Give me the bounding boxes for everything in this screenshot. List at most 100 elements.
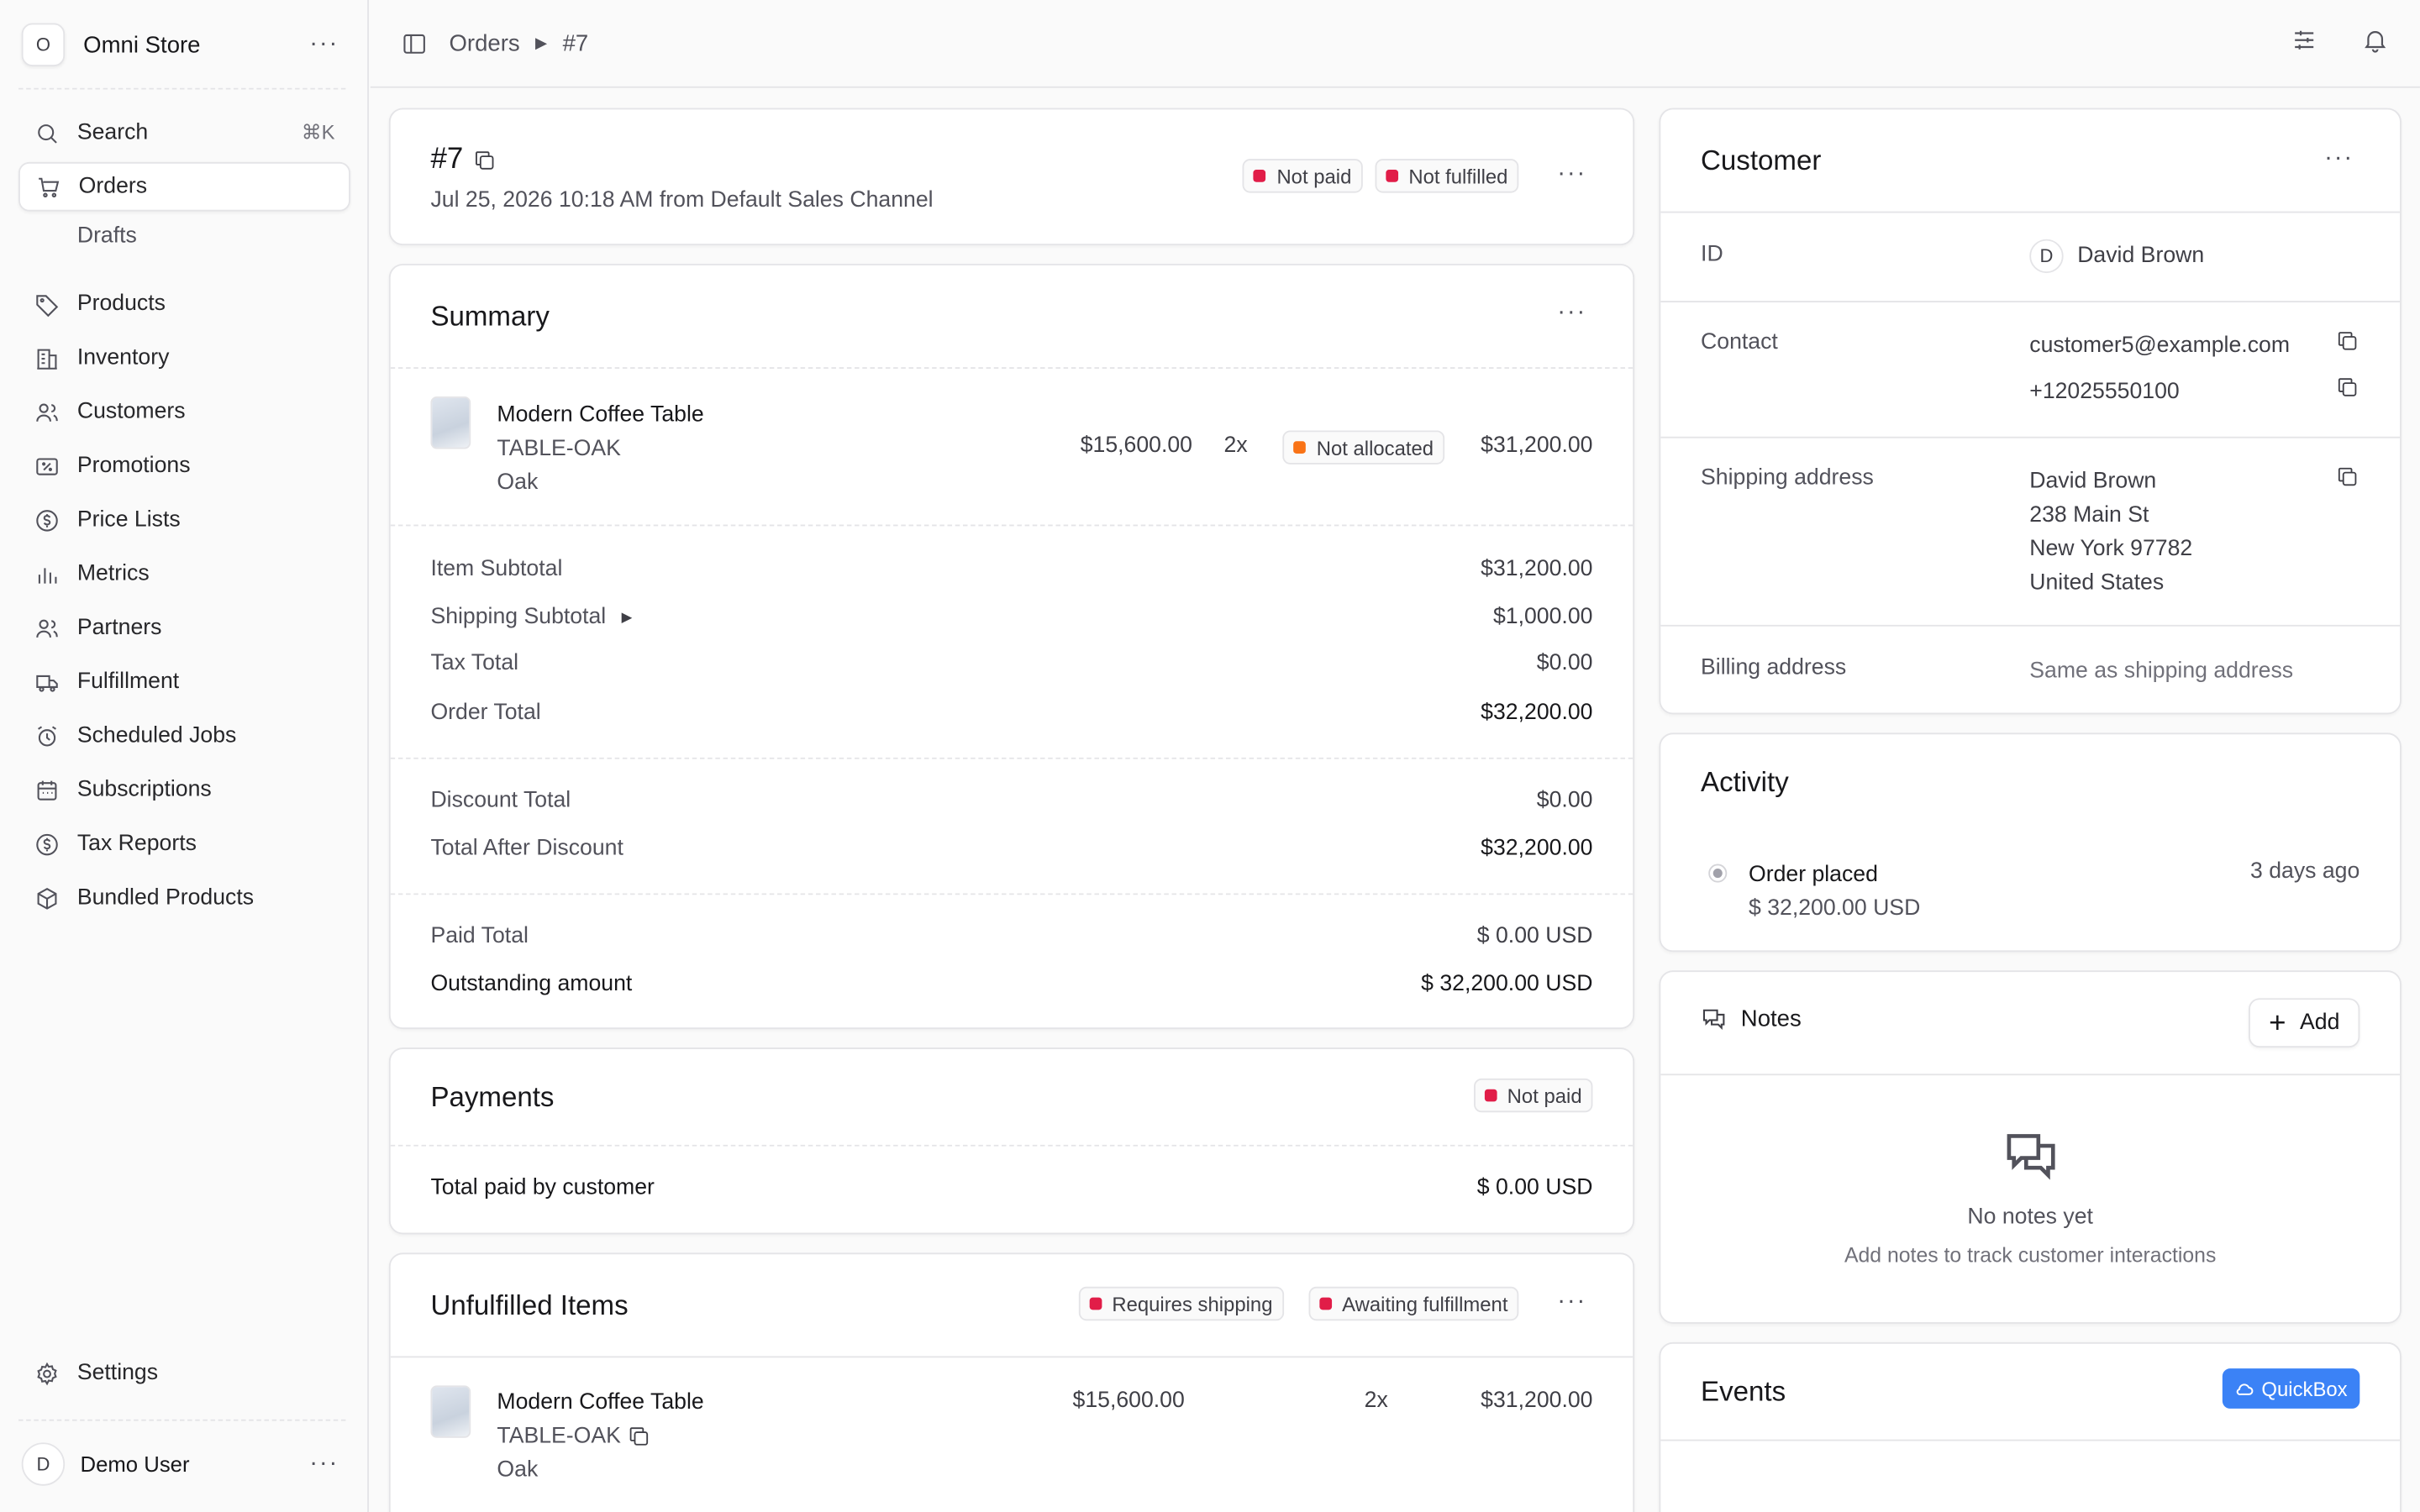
divider	[1660, 436, 2401, 438]
chat-icon	[1701, 1006, 1727, 1032]
sidebar-item-bundled-products[interactable]: Bundled Products	[18, 874, 350, 923]
divider	[390, 524, 1634, 527]
activity-title: Activity	[1701, 766, 1789, 798]
customer-email: customer5@example.com	[2029, 333, 2291, 359]
unfulfilled-badges: Requires shipping Awaiting fulfillment	[1077, 1286, 1519, 1321]
user-menu-icon[interactable]: ···	[302, 1450, 345, 1478]
copy-icon[interactable]	[2335, 375, 2360, 407]
sliders-icon[interactable]	[2291, 25, 2318, 60]
payments-card: Payments Not paid Total paid by customer…	[388, 1047, 1635, 1235]
avatar: D	[21, 1442, 66, 1486]
product-name: Modern Coffee Table	[497, 402, 704, 428]
summary-row: Total After Discount $32,200.00	[430, 836, 1593, 861]
divider	[1660, 211, 2401, 213]
bell-icon[interactable]	[2361, 25, 2389, 60]
sidebar-item-scheduled-jobs[interactable]: Scheduled Jobs	[18, 711, 350, 761]
sidebar-item-label: Subscriptions	[76, 777, 212, 803]
events-card: Events QuickBox	[1659, 1341, 2402, 1512]
order-badges: Not paid Not fulfilled	[1243, 159, 1519, 193]
sidebar-item-tax-reports[interactable]: Tax Reports	[18, 819, 350, 869]
sidebar-item-label: Scheduled Jobs	[76, 723, 237, 748]
sidebar-item-promotions[interactable]: Promotions	[18, 441, 350, 491]
caret-right-icon: ▶	[621, 608, 633, 624]
search-shortcut: ⌘K	[301, 120, 335, 144]
more-icon[interactable]: ···	[2324, 145, 2354, 173]
divider	[1660, 624, 2401, 627]
ticket-icon	[31, 450, 62, 481]
sidebar-item-price-lists[interactable]: Price Lists	[18, 496, 350, 545]
copy-icon[interactable]	[2335, 328, 2360, 361]
unit-price: $15,600.00	[1072, 1389, 1185, 1414]
summary-row[interactable]: Shipping Subtotal ▶ $1,000.00	[430, 605, 1592, 629]
divider	[1660, 1074, 2401, 1076]
sidebar-search-label: Search	[76, 120, 149, 145]
sidebar-toggle-icon[interactable]	[402, 30, 428, 56]
users-icon	[31, 396, 62, 428]
divider	[1660, 301, 2401, 302]
summary-card: Summary ··· Modern Coffee Table TABLE-OA…	[388, 264, 1635, 1030]
summary-row: Item Subtotal $31,200.00	[430, 557, 1593, 582]
copy-icon[interactable]	[472, 148, 497, 172]
sidebar-item-label: Fulfillment	[76, 669, 180, 695]
more-icon[interactable]: ···	[1557, 299, 1586, 327]
tag-icon	[31, 288, 62, 319]
store-avatar: O	[21, 23, 66, 66]
bar-chart-icon	[31, 559, 62, 590]
sidebar-item-label: Price Lists	[76, 507, 181, 533]
sidebar-item-products[interactable]: Products	[18, 279, 350, 328]
user-name: Demo User	[80, 1452, 190, 1477]
search-icon	[31, 118, 62, 149]
product-thumbnail	[430, 1385, 471, 1438]
activity-event: Order placed	[1748, 862, 1878, 888]
breadcrumb-orders[interactable]: Orders	[449, 30, 519, 56]
cart-icon	[33, 171, 64, 202]
dollar-circle-icon	[31, 505, 62, 536]
unfulfilled-title: Unfulfilled Items	[430, 1289, 629, 1321]
divider	[1660, 1439, 2401, 1441]
store-switcher[interactable]: O Omni Store ···	[21, 22, 346, 68]
avatar: D	[2029, 239, 2064, 274]
unfulfilled-card: Unfulfilled Items Requires shipping Awai…	[388, 1252, 1635, 1512]
user-menu[interactable]: D Demo User ···	[21, 1441, 346, 1487]
plus-icon: +	[2269, 1006, 2286, 1040]
quickbox-button[interactable]: QuickBox	[2223, 1368, 2360, 1409]
copy-icon[interactable]	[627, 1424, 651, 1448]
sidebar-item-settings[interactable]: Settings	[18, 1348, 350, 1398]
copy-icon[interactable]	[2335, 465, 2360, 497]
sidebar-item-drafts[interactable]: Drafts	[77, 223, 137, 248]
breadcrumb-current: #7	[562, 29, 589, 57]
cloud-icon	[2235, 1378, 2255, 1399]
product-variant: Oak	[497, 1457, 539, 1483]
sidebar-item-label: Inventory	[76, 345, 170, 370]
store-menu-icon[interactable]: ···	[302, 31, 345, 59]
sidebar-item-customers[interactable]: Customers	[18, 387, 350, 437]
breadcrumb: Orders ▶ #7	[402, 29, 589, 57]
building-icon	[31, 343, 62, 374]
sidebar-item-subscriptions[interactable]: Subscriptions	[18, 765, 350, 815]
sidebar-item-orders[interactable]: Orders	[18, 161, 350, 212]
line-total: $31,200.00	[1481, 433, 1593, 459]
sidebar-item-partners[interactable]: Partners	[18, 603, 350, 653]
sidebar-item-metrics[interactable]: Metrics	[18, 549, 350, 599]
more-icon[interactable]: ···	[1557, 1289, 1586, 1316]
notes-header: Notes	[1701, 1006, 1802, 1032]
sidebar-item-label: Metrics	[76, 561, 150, 586]
sidebar-item-fulfillment[interactable]: Fulfillment	[18, 657, 350, 706]
activity-amount: $ 32,200.00 USD	[1748, 896, 1921, 921]
customer-name: David Brown	[2077, 244, 2205, 269]
sidebar-item-label: Tax Reports	[76, 831, 197, 857]
alarm-clock-icon	[31, 721, 62, 752]
sidebar-item-inventory[interactable]: Inventory	[18, 333, 350, 383]
gear-icon	[31, 1357, 62, 1389]
sidebar-item-label: Promotions	[76, 453, 191, 479]
notes-empty-state: No notes yet Add notes to track customer…	[1660, 1126, 2400, 1267]
add-note-button[interactable]: + Add	[2249, 998, 2360, 1048]
sidebar-search[interactable]: Search ⌘K	[18, 108, 350, 158]
sidebar-divider	[18, 1419, 346, 1421]
customer-id-link[interactable]: D David Brown	[2029, 239, 2205, 274]
more-icon[interactable]: ···	[1557, 160, 1586, 188]
billing-address: Same as shipping address	[2029, 659, 2294, 684]
customer-card: Customer ··· ID D David Brown Contact cu…	[1659, 108, 2402, 715]
product-sku: TABLE-OAK	[497, 436, 621, 462]
product-sku: TABLE-OAK	[497, 1424, 621, 1449]
